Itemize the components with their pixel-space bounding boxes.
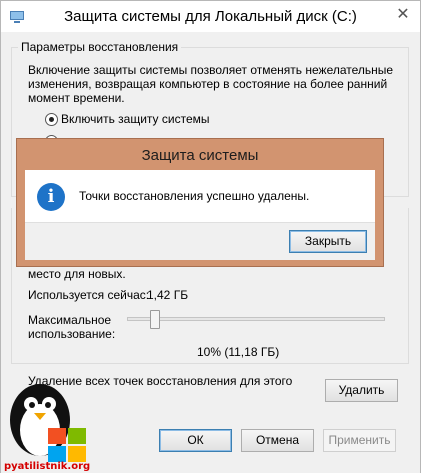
slider-value-text: 10% (11,18 ГБ) [197, 345, 280, 359]
max-usage-label-2: использование: [28, 327, 116, 341]
watermark-text: pyatilistnik.org [4, 461, 91, 472]
max-usage-slider-track[interactable] [127, 317, 385, 321]
max-usage-label-1: Максимальное [28, 313, 112, 327]
dialog-footer: Закрыть [25, 222, 375, 260]
max-usage-slider-thumb[interactable] [150, 310, 160, 329]
dialog-title: Защита системы [141, 147, 259, 164]
window-title: Защита системы для Локальный диск (C:) [64, 8, 357, 25]
apply-button[interactable]: Применить [323, 429, 396, 452]
enable-protection-radio[interactable] [45, 113, 58, 126]
info-icon: i [37, 183, 65, 211]
dialog-close-button[interactable]: Закрыть [289, 230, 367, 253]
used-now-value: 1,42 ГБ [147, 288, 189, 302]
used-now-label: Используется сейчас: [28, 288, 150, 302]
disk-usage-text-fragment: место для новых. [28, 267, 126, 281]
ok-button[interactable]: ОК [159, 429, 232, 452]
title-bar: Защита системы для Локальный диск (C:) ✕ [1, 1, 420, 32]
cancel-button[interactable]: Отмена [241, 429, 314, 452]
delete-button[interactable]: Удалить [325, 379, 398, 402]
restore-description-line-2: изменения, возвращая компьютер в состоян… [28, 77, 388, 91]
close-icon[interactable]: ✕ [392, 5, 414, 25]
dialog-body: i Точки восстановления успешно удалены. [25, 170, 375, 222]
restore-description-line-3: момент времени. [28, 91, 125, 105]
enable-protection-label[interactable]: Включить защиту системы [61, 112, 210, 127]
message-dialog: Защита системы i Точки восстановления ус… [16, 138, 384, 267]
penguin-logo-icon [10, 384, 86, 462]
restore-settings-legend: Параметры восстановления [18, 40, 182, 54]
dialog-message: Точки восстановления успешно удалены. [79, 189, 310, 203]
restore-description-line-1: Включение защиты системы позволяет отмен… [28, 63, 394, 77]
